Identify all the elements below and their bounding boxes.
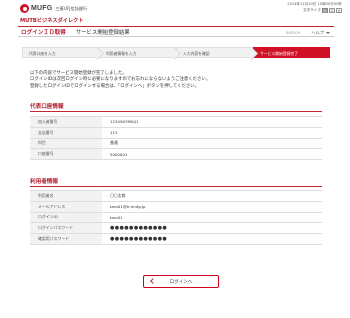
field-label: ログインID [30, 212, 102, 224]
function-tab: ログインＩＤ取得 [21, 29, 66, 36]
font-size-medium-button[interactable]: 中 [329, 8, 335, 13]
field-value: 5000001 [102, 148, 322, 161]
user-info-table: 利用者名 〇〇太郎 メールアドレス taro01@tr.mufg.jp ログイン… [30, 190, 322, 245]
account-section-divider [30, 111, 322, 112]
field-label: 科目 [30, 138, 102, 150]
font-size-large-button[interactable]: 大 [336, 8, 342, 13]
font-size-small-button[interactable]: 小 [322, 8, 328, 13]
table-row: 支店番号 113 [30, 127, 322, 139]
chevron-left-icon [150, 278, 156, 285]
table-row: 確認用パスワード ●●●●●●●●●●●● [30, 233, 322, 245]
page: MUFG 三菱UFJ信託銀行 MUTBビジネスダイレクト 2014年11月10日… [0, 0, 350, 318]
completion-message: 以下の内容でサービス開始登録が完了しました。 ログインIDは次回ログイン時に必要… [30, 71, 210, 90]
masked-password-value: ●●●●●●●●●●●● [102, 233, 322, 245]
step-4-current: サービス開始登録完了 [253, 47, 330, 58]
field-label: 確認用パスワード [30, 233, 102, 245]
mufg-logo-mark-icon [20, 4, 29, 13]
account-section-title: 代表口座情報 [30, 104, 64, 110]
field-label: メールアドレス [30, 201, 102, 213]
login-button[interactable]: ログインへ [143, 275, 219, 288]
field-label: 支店番号 [30, 127, 102, 139]
help-link[interactable]: ヘルプ [311, 30, 324, 36]
screen-id: BSE009 [286, 30, 300, 35]
field-label: 利用者名 [30, 190, 102, 202]
table-row: メールアドレス taro01@tr.mufg.jp [30, 201, 322, 213]
field-label: ログインパスワード [30, 222, 102, 235]
table-row: 科目 普通 [30, 138, 322, 150]
table-row: ログインパスワード ●●●●●●●●●●●● [30, 222, 322, 235]
progress-steps: 代表口座を入力 利用者情報を入力 入力内容を確認 サービス開始登録完了 [22, 47, 330, 58]
field-value: 113 [102, 127, 322, 139]
user-section-title: 利用者情報 [30, 179, 58, 185]
table-row: ログインID taro01 [30, 212, 322, 224]
mufg-logo: MUFG 三菱UFJ信託銀行 [20, 4, 87, 13]
font-size-label: 文字サイズ [303, 8, 321, 12]
field-value: taro01 [102, 212, 322, 224]
help-chevron-down-icon[interactable] [326, 31, 330, 34]
login-button-label: ログインへ [169, 279, 193, 285]
table-row: 口座番号 5000001 [30, 148, 322, 161]
field-label: 口座番号 [30, 148, 102, 161]
field-value: 普通 [102, 138, 322, 150]
title-bar: ログインＩＤ取得 サービス開始登録結果 BSE009 ヘルプ [18, 26, 334, 37]
message-line-3: 登録したログインIDでログインする場合は、「ログインへ」ボタンを押してください。 [30, 83, 200, 89]
page-title: サービス開始登録結果 [75, 29, 130, 36]
masked-password-value: ●●●●●●●●●●●● [102, 222, 322, 235]
message-line-2: ログインIDは次回ログイン時に必要になりますのでお忘れにならないようご注意くださ… [30, 77, 211, 83]
user-section-divider [30, 186, 322, 187]
logo-bank-name: 三菱UFJ信託銀行 [55, 5, 88, 11]
step-1: 代表口座を入力 [22, 47, 99, 58]
field-value: 〇〇太郎 [102, 190, 322, 202]
field-value: taro01@tr.mufg.jp [102, 201, 322, 213]
table-row: 利用者名 〇〇太郎 [30, 190, 322, 202]
step-2: 利用者情報を入力 [99, 47, 176, 58]
logo-brand: MUFG [31, 5, 53, 12]
current-datetime: 2014年11月10日 10時00分00秒 [287, 2, 342, 6]
service-name: MUTBビジネスダイレクト [20, 18, 84, 24]
account-info-table: 加入者番号 1234567890J1 支店番号 113 科目 普通 口座番号 5… [30, 116, 322, 161]
step-3: 入力内容を確認 [176, 47, 253, 58]
field-label: 加入者番号 [30, 116, 102, 128]
field-value: 1234567890J1 [102, 116, 322, 128]
font-size-switcher: 文字サイズ 小 中 大 [303, 8, 342, 13]
table-row: 加入者番号 1234567890J1 [30, 116, 322, 128]
